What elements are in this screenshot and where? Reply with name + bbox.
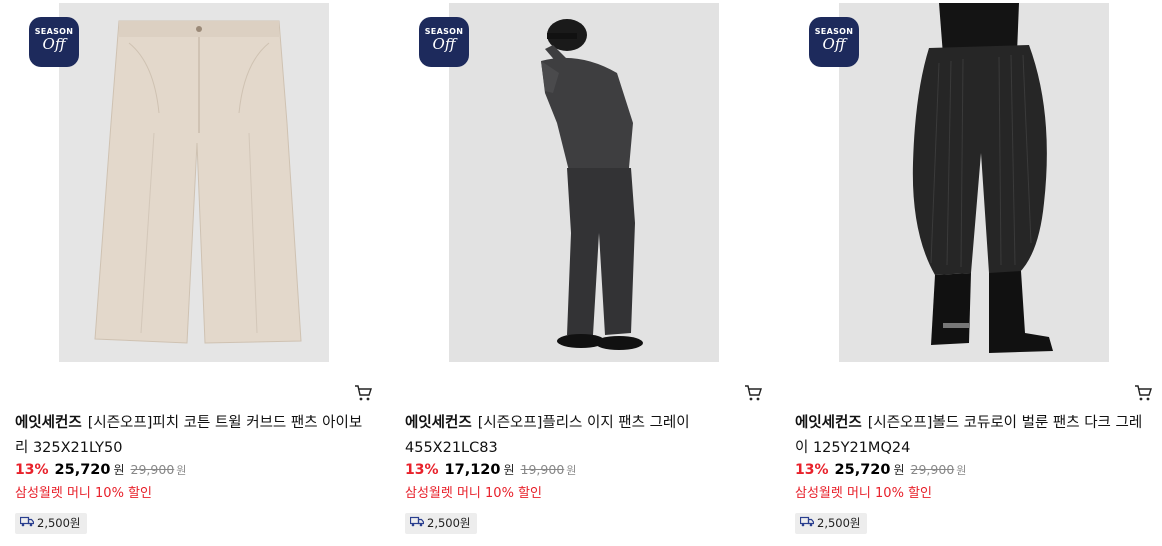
product-card[interactable]: SEASON Off 에잇세컨즈 [시즌오프]피치 코튼 트윌 커브드 팬츠 아이…	[0, 0, 372, 546]
original-price: 29,900	[910, 462, 955, 477]
original-price: 19,900	[520, 462, 565, 477]
cart-icon[interactable]	[1134, 384, 1152, 402]
cart-icon[interactable]	[744, 384, 762, 402]
discount-rate: 13%	[405, 462, 439, 478]
product-card[interactable]: SEASON Off 에잇세컨즈 [시즌오프]볼드 코듀로이 벌룬 팬츠 다크 그…	[780, 0, 1152, 546]
sale-price: 25,720	[834, 462, 891, 478]
price-row: 13% 17,120 원 19,900 원	[405, 461, 576, 483]
shipping-fee: 2,500원	[427, 516, 471, 530]
season-off-badge: SEASON Off	[419, 17, 469, 67]
delivery-truck-icon	[799, 513, 817, 534]
price-unit: 원	[503, 463, 515, 477]
product-card[interactable]: SEASON Off 에잇세컨즈 [시즌오프]플리스 이지 팬츠 그레이 455X…	[390, 0, 762, 546]
badge-line2: Off	[42, 35, 66, 53]
price-unit: 원	[893, 463, 905, 477]
original-price: 29,900	[130, 462, 175, 477]
discount-rate: 13%	[795, 462, 829, 478]
shipping-badge: 2,500원	[795, 513, 867, 534]
season-off-badge: SEASON Off	[809, 17, 859, 67]
shipping-fee: 2,500원	[37, 516, 81, 530]
product-brand: 에잇세컨즈	[405, 415, 472, 431]
shipping-badge: 2,500원	[405, 513, 477, 534]
promo-text: 삼성월렛 머니 10% 할인	[795, 486, 932, 501]
original-price-unit: 원	[956, 464, 967, 477]
season-off-badge: SEASON Off	[29, 17, 79, 67]
price-unit: 원	[113, 463, 125, 477]
original-price-unit: 원	[566, 464, 577, 477]
product-title[interactable]: 에잇세컨즈 [시즌오프]피치 코튼 트윌 커브드 팬츠 아이보리 325X21LY…	[15, 411, 365, 461]
promo-text: 삼성월렛 머니 10% 할인	[15, 486, 152, 501]
badge-line2: Off	[432, 35, 456, 53]
shipping-fee: 2,500원	[817, 516, 861, 530]
discount-rate: 13%	[15, 462, 49, 478]
product-title[interactable]: 에잇세컨즈 [시즌오프]볼드 코듀로이 벌룬 팬츠 다크 그레이 125Y21MQ…	[795, 411, 1145, 461]
product-brand: 에잇세컨즈	[795, 415, 862, 431]
shipping-badge: 2,500원	[15, 513, 87, 534]
product-image-corduroy-balloon-pants[interactable]	[839, 3, 1109, 362]
delivery-truck-icon	[409, 513, 427, 534]
price-row: 13% 25,720 원 29,900 원	[15, 461, 186, 483]
original-price-unit: 원	[176, 464, 187, 477]
product-title[interactable]: 에잇세컨즈 [시즌오프]플리스 이지 팬츠 그레이 455X21LC83	[405, 411, 755, 461]
badge-line2: Off	[822, 35, 846, 53]
sale-price: 17,120	[444, 462, 501, 478]
product-image-ivory-pants[interactable]	[59, 3, 329, 362]
promo-text: 삼성월렛 머니 10% 할인	[405, 486, 542, 501]
product-image-gray-fleece-pants[interactable]	[449, 3, 719, 362]
delivery-truck-icon	[19, 513, 37, 534]
cart-icon[interactable]	[354, 384, 372, 402]
sale-price: 25,720	[54, 462, 111, 478]
price-row: 13% 25,720 원 29,900 원	[795, 461, 966, 483]
product-brand: 에잇세컨즈	[15, 415, 82, 431]
